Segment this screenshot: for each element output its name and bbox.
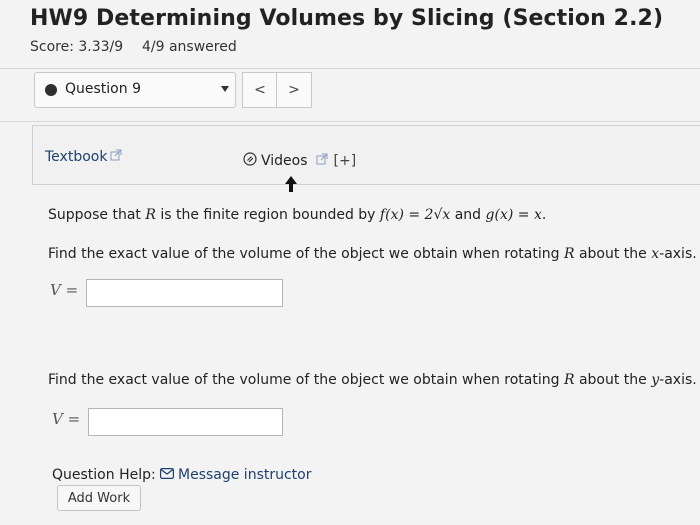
message-instructor-label: Message instructor xyxy=(178,467,312,483)
function-g: g(x) = x xyxy=(485,207,542,223)
answer-label: V = xyxy=(52,410,81,428)
external-link-icon xyxy=(316,153,328,169)
divider xyxy=(0,121,700,122)
question-part-1: Find the exact value of the volume of th… xyxy=(48,246,697,262)
add-work-button[interactable]: Add Work xyxy=(57,485,141,511)
textbook-link[interactable]: Textbook xyxy=(45,149,122,165)
question-select-label: Question 9 xyxy=(65,81,141,97)
function-f: f(x) = 2√x xyxy=(379,207,451,223)
question-help-label: Question Help: xyxy=(52,467,156,483)
page-title: HW9 Determining Volumes by Slicing (Sect… xyxy=(30,6,664,31)
region-symbol: R xyxy=(145,207,156,223)
next-question-button[interactable]: > xyxy=(276,72,312,108)
dropdown-caret-icon xyxy=(221,86,229,92)
answer-input-x-axis[interactable] xyxy=(86,279,283,307)
paperclip-icon xyxy=(243,152,257,170)
videos-link[interactable]: Videos [+] xyxy=(243,152,356,170)
answer-label: V = xyxy=(50,281,79,299)
question-part-2: Find the exact value of the volume of th… xyxy=(48,372,697,388)
problem-statement: Suppose that R is the finite region boun… xyxy=(48,207,547,223)
videos-label: Videos xyxy=(261,153,308,169)
answered-count: 4/9 answered xyxy=(142,39,237,55)
expand-videos-toggle[interactable]: [+] xyxy=(334,153,357,169)
divider xyxy=(0,68,700,69)
mail-icon xyxy=(160,467,175,483)
prev-question-button[interactable]: < xyxy=(242,72,278,108)
resources-panel: Textbook Videos [+] xyxy=(32,125,700,185)
answer-input-y-axis[interactable] xyxy=(88,408,283,436)
textbook-label: Textbook xyxy=(45,149,108,165)
question-select[interactable]: Question 9 xyxy=(34,72,236,108)
message-instructor-link[interactable]: Message instructor xyxy=(160,467,312,483)
question-status-dot xyxy=(45,84,57,96)
score: Score: 3.33/9 xyxy=(30,39,124,55)
mouse-cursor-icon xyxy=(285,176,297,196)
external-link-icon xyxy=(110,149,122,165)
